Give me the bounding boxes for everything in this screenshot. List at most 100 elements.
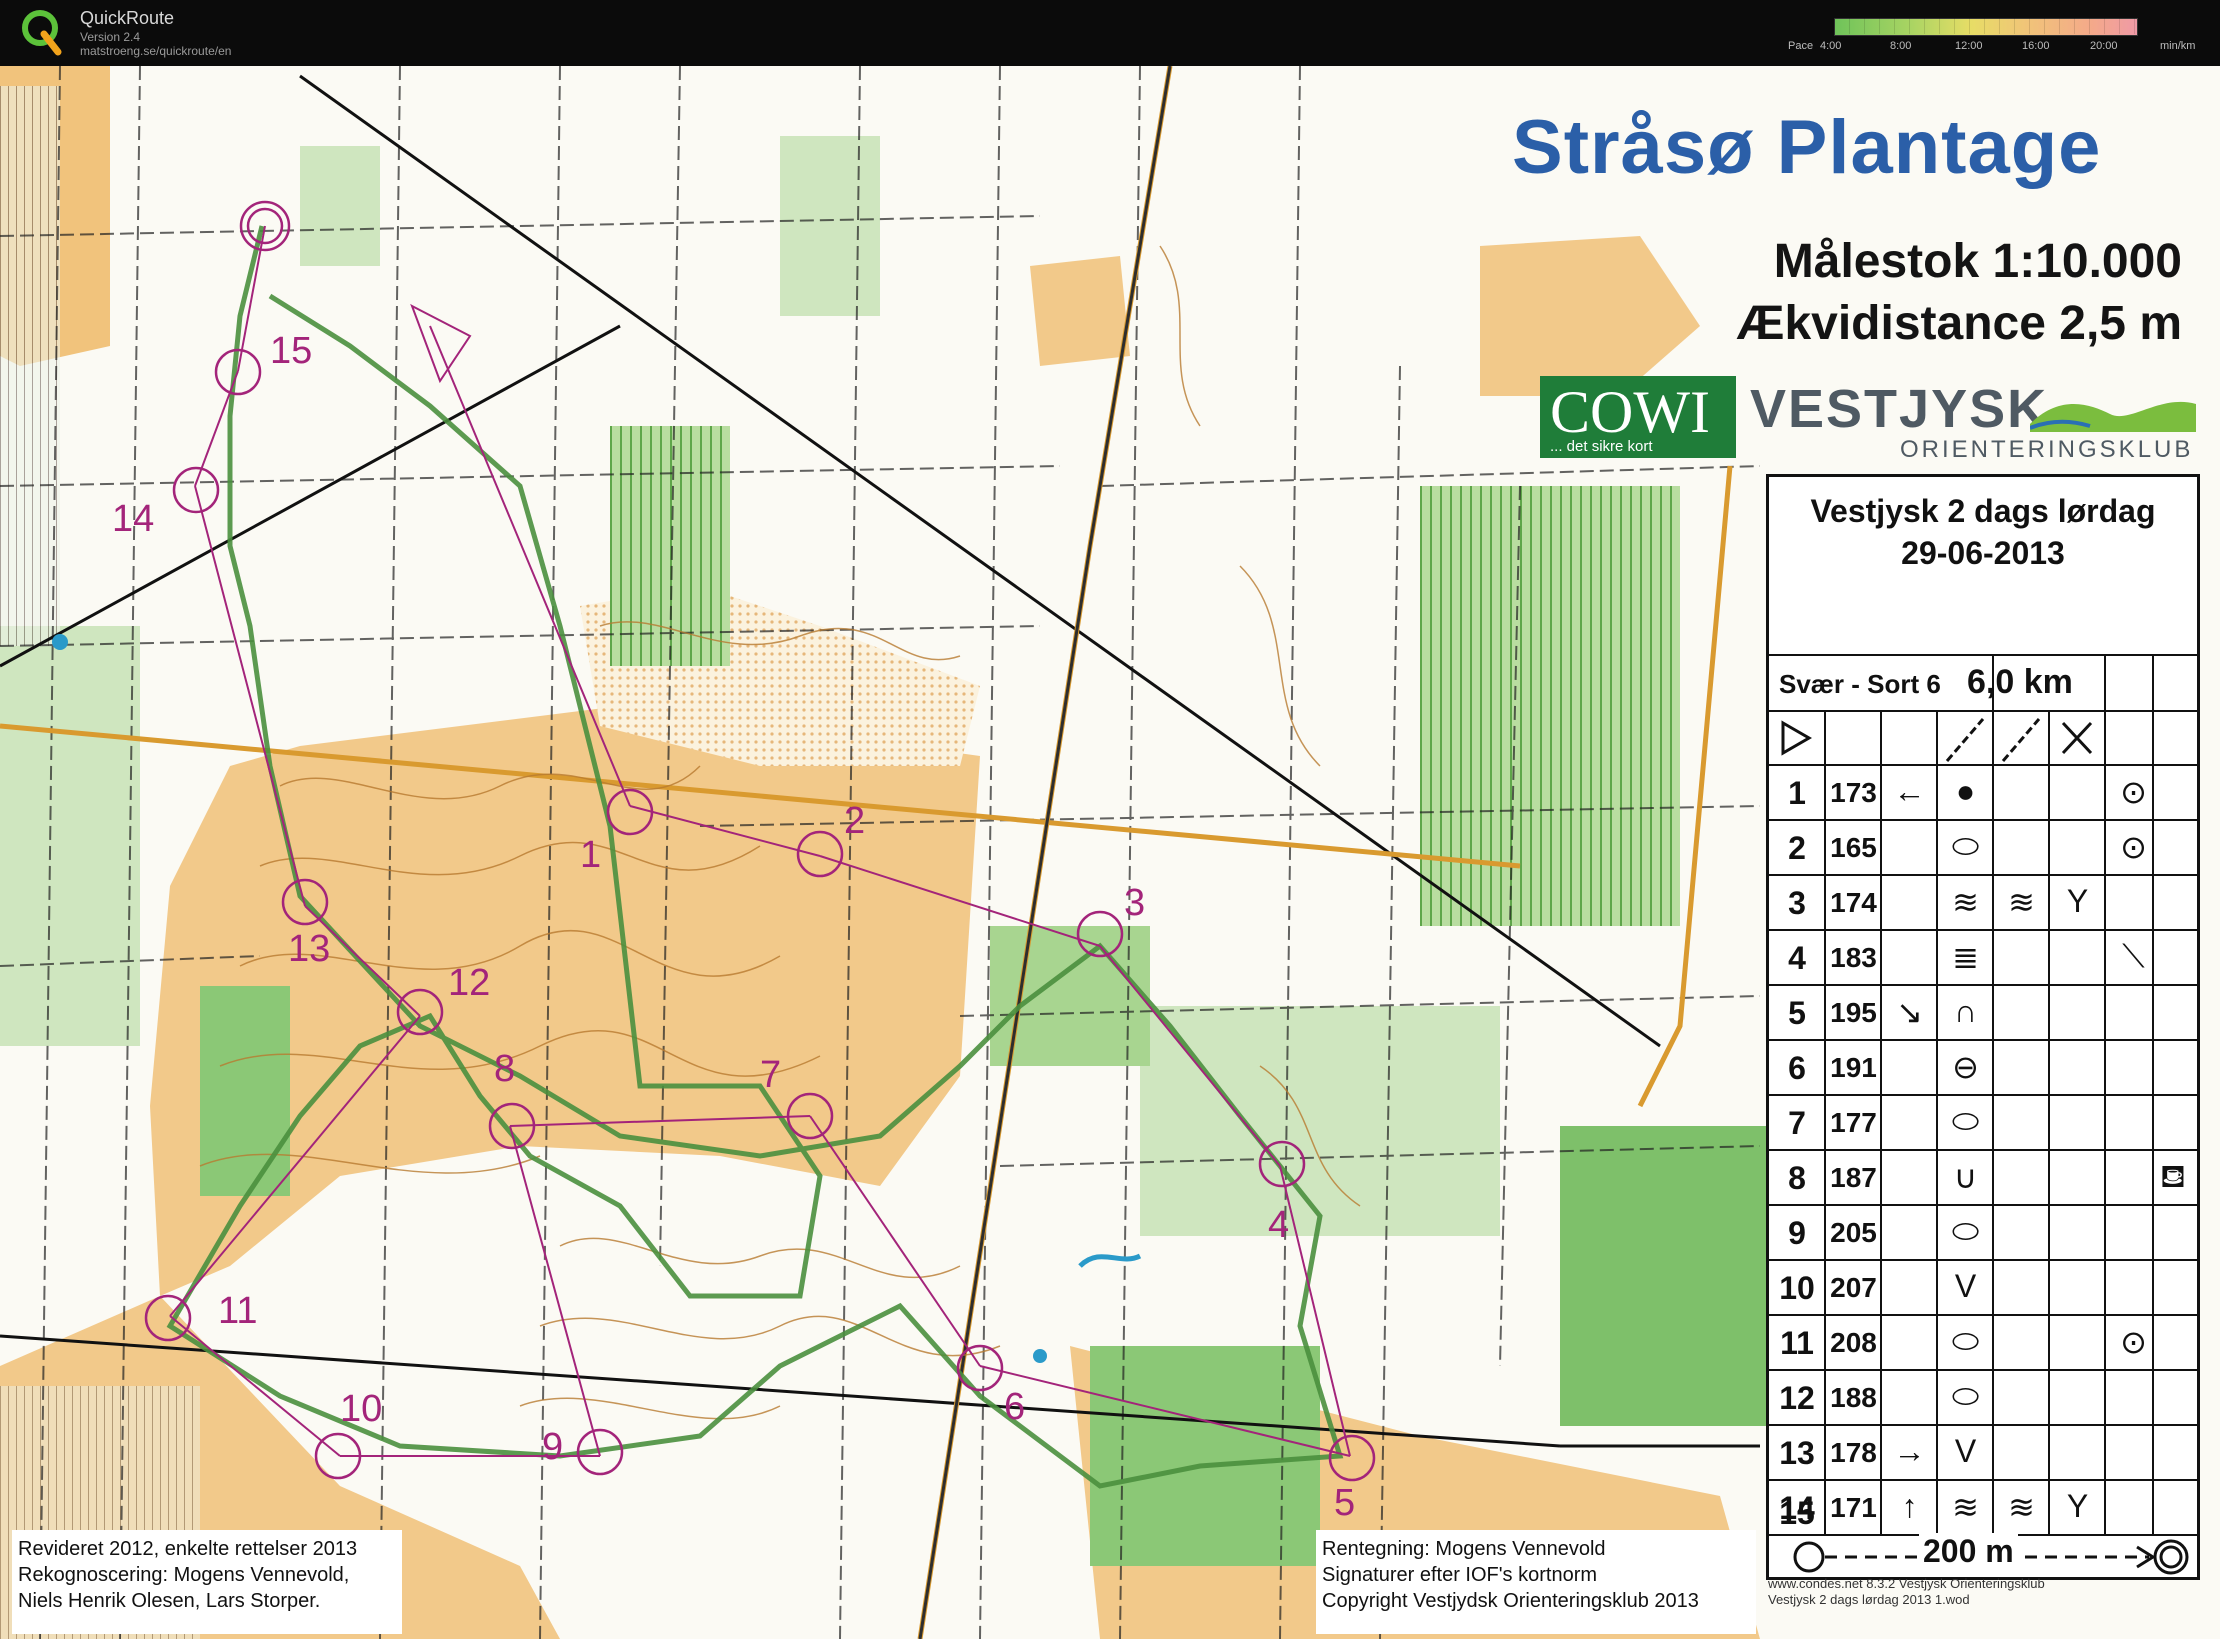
control-label-2: 2 bbox=[844, 800, 866, 842]
app-titlebar: QuickRoute Version 2.4 matstroeng.se/qui… bbox=[0, 0, 2220, 66]
feature-symbol: ⊖ bbox=[1952, 1049, 1979, 1085]
control-label-3: 3 bbox=[1124, 882, 1146, 924]
control-code: 207 bbox=[1830, 1272, 1877, 1303]
control-number: 10 bbox=[1779, 1270, 1815, 1306]
open-land-area bbox=[1030, 256, 1130, 366]
control-label-13: 13 bbox=[288, 928, 331, 970]
credit-line: Copyright Vestjydsk Orienteringsklub 201… bbox=[1322, 1590, 1699, 1612]
pace-tick-label: 20:00 bbox=[2090, 40, 2118, 52]
control-number: 3 bbox=[1788, 885, 1806, 921]
control-number: 2 bbox=[1788, 830, 1806, 866]
pace-tick-label: 8:00 bbox=[1890, 40, 1912, 52]
pace-unit-label: min/km bbox=[2160, 40, 2196, 52]
control-number: 5 bbox=[1788, 995, 1806, 1031]
open-land-area bbox=[1480, 236, 1700, 396]
control-code: 177 bbox=[1830, 1107, 1877, 1138]
hatched-area bbox=[0, 86, 60, 646]
control-code: 178 bbox=[1830, 1437, 1877, 1468]
forest-area bbox=[300, 146, 380, 266]
control-code: 191 bbox=[1830, 1052, 1877, 1083]
location-symbol: ⊙ bbox=[2120, 829, 2147, 865]
control-label-7: 7 bbox=[760, 1054, 782, 1096]
control-label-5: 5 bbox=[1334, 1482, 1356, 1524]
map-equidistance: Ækvidistance 2,5 m bbox=[1736, 297, 2182, 350]
control-code: 188 bbox=[1830, 1382, 1877, 1413]
club-name: VESTJYSK bbox=[1750, 379, 2049, 439]
forest-area bbox=[780, 136, 880, 316]
feature-symbol: ≣ bbox=[1952, 939, 1979, 975]
feature-symbol: ⬭ bbox=[1951, 1323, 1980, 1359]
quickroute-logo-icon bbox=[22, 10, 62, 56]
control-label-10: 10 bbox=[340, 1388, 383, 1430]
map-credits-left: Revideret 2012, enkelte rettelser 2013 R… bbox=[12, 1530, 402, 1634]
club-logo-icon bbox=[2030, 401, 2196, 432]
control-code: 183 bbox=[1830, 942, 1877, 973]
feature-symbol: ⬭ bbox=[1951, 1378, 1980, 1414]
map-title: Stråsø Plantage bbox=[1512, 105, 2102, 190]
control-label-9: 9 bbox=[542, 1426, 564, 1468]
club-subtitle: ORIENTERINGSKLUB bbox=[1900, 436, 2194, 463]
appearance-symbol: ≋ bbox=[2008, 884, 2035, 920]
control-number: 6 bbox=[1788, 1050, 1806, 1086]
control-number: 9 bbox=[1788, 1215, 1806, 1251]
forest-area bbox=[0, 626, 140, 1046]
description-footer: www.condes.net 8.3.2 Vestjysk Orienterin… bbox=[1768, 1576, 2045, 1591]
control-label-14: 14 bbox=[112, 498, 155, 540]
control-code: 171 bbox=[1830, 1492, 1877, 1523]
feature-symbol: ≋ bbox=[1952, 1489, 1979, 1525]
sponsor-name: COWI bbox=[1550, 379, 1710, 445]
water-feature bbox=[1078, 1253, 1142, 1268]
control-code: 174 bbox=[1830, 887, 1877, 918]
forest-area bbox=[200, 986, 290, 1196]
control-label-12: 12 bbox=[448, 962, 491, 1004]
map-credits-right: Rentegning: Mogens Vennevold Signaturer … bbox=[1316, 1530, 1756, 1634]
feature-symbol: V bbox=[1954, 1268, 1977, 1304]
pace-scale-label: Pace bbox=[1788, 40, 1814, 52]
control-number: 1 bbox=[1788, 775, 1806, 811]
app-url[interactable]: matstroeng.se/quickroute/en bbox=[80, 44, 231, 58]
feature-symbol: ⬭ bbox=[1951, 1103, 1980, 1139]
credit-line: Revideret 2012, enkelte rettelser 2013 bbox=[18, 1538, 358, 1560]
control-code: 165 bbox=[1830, 832, 1877, 863]
credit-line: Signaturer efter IOF's kortnorm bbox=[1322, 1564, 1598, 1586]
pace-tick-label: 12:00 bbox=[1955, 40, 1983, 52]
control-code: 195 bbox=[1830, 997, 1877, 1028]
course-name: Svær - Sort 6 bbox=[1779, 669, 1941, 699]
control-label-11: 11 bbox=[218, 1290, 258, 1332]
pace-tick-label: 4:00 bbox=[1820, 40, 1842, 52]
control-number: 15 bbox=[1779, 1495, 1815, 1531]
control-label-8: 8 bbox=[494, 1048, 516, 1090]
feature-symbol: ⬭ bbox=[1951, 828, 1980, 864]
feature-symbol: ∩ bbox=[1954, 993, 1977, 1029]
location-symbol: ⊙ bbox=[2120, 774, 2147, 810]
control-label-6: 6 bbox=[1004, 1386, 1026, 1428]
control-number: 7 bbox=[1788, 1105, 1806, 1141]
forest-area bbox=[1090, 1346, 1320, 1566]
pace-tick-label: 16:00 bbox=[2022, 40, 2050, 52]
control-label-15: 15 bbox=[270, 330, 313, 372]
direction-symbol: ↑ bbox=[1901, 1488, 1918, 1524]
water-feature bbox=[52, 634, 68, 650]
feature-symbol: ● bbox=[1955, 773, 1976, 809]
water-feature bbox=[1033, 1349, 1047, 1363]
control-number: 12 bbox=[1779, 1380, 1815, 1416]
forest-area bbox=[1140, 1006, 1500, 1236]
credit-line: Rekognoscering: Mogens Vennevold, bbox=[18, 1564, 350, 1586]
location-symbol: ⊙ bbox=[2120, 1324, 2147, 1360]
course-length: 6,0 km bbox=[1967, 663, 2073, 701]
feature-symbol: ≋ bbox=[1952, 884, 1979, 920]
control-number: 8 bbox=[1788, 1160, 1806, 1196]
credit-line: Niels Henrik Olesen, Lars Storper. bbox=[18, 1590, 321, 1612]
control-code: 205 bbox=[1830, 1217, 1877, 1248]
credit-line: Rentegning: Mogens Vennevold bbox=[1322, 1538, 1606, 1560]
direction-symbol: ↘ bbox=[1896, 994, 1923, 1030]
control-number: 13 bbox=[1779, 1435, 1815, 1471]
control-label-4: 4 bbox=[1268, 1204, 1290, 1246]
control-code: 208 bbox=[1830, 1327, 1877, 1358]
map-scale: Målestok 1:10.000 bbox=[1773, 235, 2182, 288]
location-symbol: ⟍ bbox=[2122, 938, 2145, 974]
sponsor-logo: COWI ... det sikre kort bbox=[1540, 376, 1736, 458]
finish-distance: 200 m bbox=[1919, 1533, 2018, 1570]
orienteering-map[interactable]: 1 2 3 4 5 6 7 8 9 10 11 12 13 14 15 Strå… bbox=[0, 66, 2220, 1639]
feature-symbol: ⬭ bbox=[1951, 1213, 1980, 1249]
